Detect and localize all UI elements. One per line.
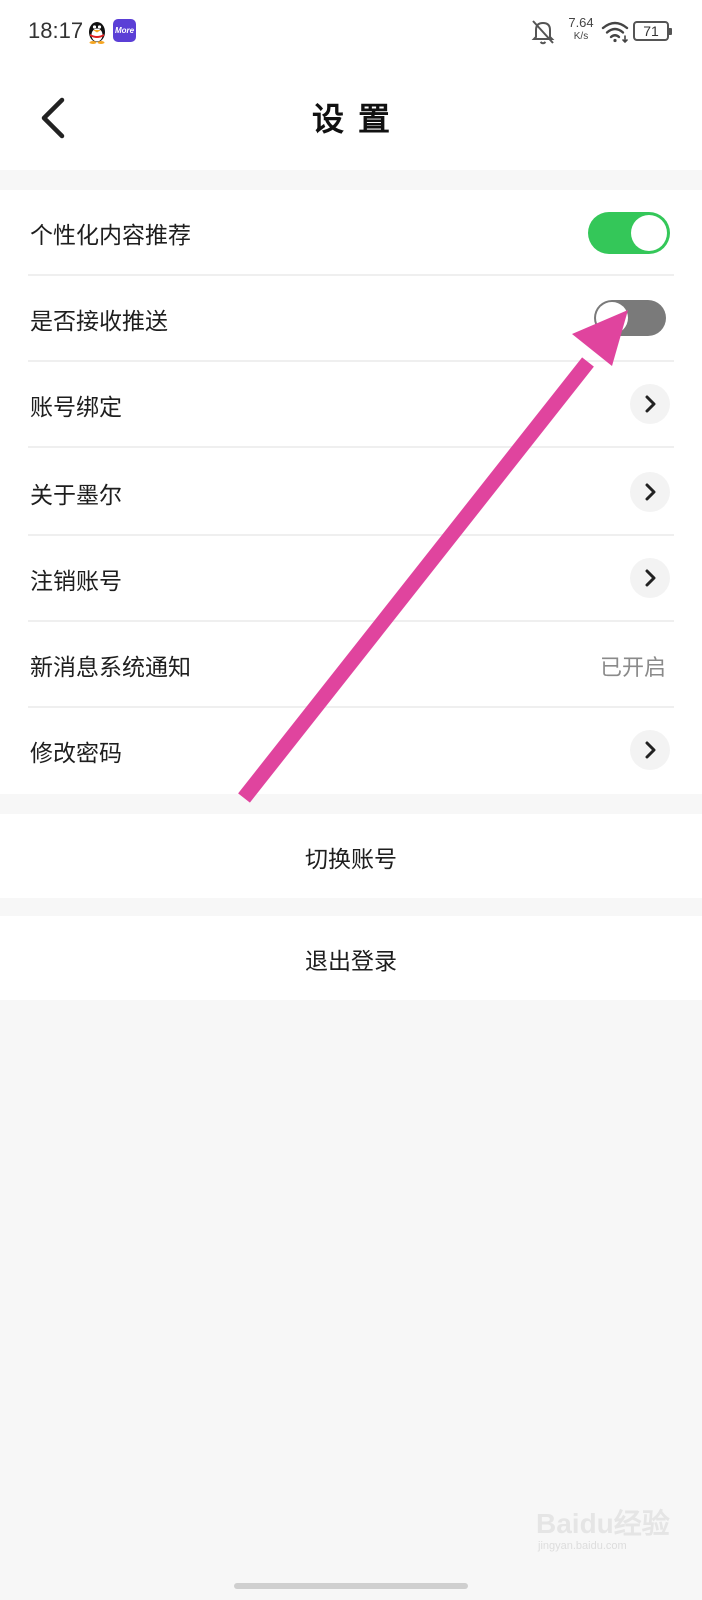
notification-status-value: 已开启 <box>599 656 666 681</box>
watermark-sub: jingyan.baidu.com <box>538 1540 627 1552</box>
home-indicator[interactable] <box>234 1583 468 1589</box>
setting-account-binding[interactable]: 账号绑定 <box>28 362 674 448</box>
setting-label: 修改密码 <box>30 741 122 767</box>
qq-penguin-icon <box>89 22 105 44</box>
page-title: 设置 <box>311 100 404 138</box>
wifi-icon <box>601 21 629 44</box>
baidu-watermark: Baidu经验 jingyan.baidu.com <box>536 1494 686 1564</box>
personalized-recommendation-toggle[interactable] <box>588 212 670 254</box>
setting-label: 账号绑定 <box>30 395 122 421</box>
setting-receive-push[interactable]: 是否接收推送 <box>28 276 674 362</box>
setting-label: 关于墨尔 <box>30 483 122 509</box>
logout-label: 退出登录 <box>305 949 397 975</box>
chevron-right-icon <box>630 730 670 770</box>
more-app-icon: More <box>113 19 136 42</box>
switch-account-button[interactable]: 切换账号 <box>0 814 702 898</box>
setting-label: 个性化内容推荐 <box>30 223 191 249</box>
toggle-knob <box>596 302 628 334</box>
settings-list: 个性化内容推荐 是否接收推送 账号绑定 关于墨尔 注销账号 新消息系统通知 已开… <box>0 190 702 794</box>
status-time: 18:17 <box>28 18 84 43</box>
setting-system-notification[interactable]: 新消息系统通知 已开启 <box>28 622 674 708</box>
network-speed-unit: K/s <box>573 31 589 42</box>
network-speed: 7.64 K/s <box>564 16 598 42</box>
setting-label: 是否接收推送 <box>30 309 168 335</box>
toggle-knob <box>631 215 667 251</box>
setting-change-password[interactable]: 修改密码 <box>28 708 674 794</box>
status-bar: 18:17 More 7.64 K/s 71 <box>0 0 702 64</box>
setting-label: 注销账号 <box>30 569 122 595</box>
battery-indicator: 71 <box>633 21 672 41</box>
setting-label: 新消息系统通知 <box>30 655 191 681</box>
chevron-right-icon <box>630 384 670 424</box>
chevron-right-icon <box>630 472 670 512</box>
setting-about[interactable]: 关于墨尔 <box>28 450 674 536</box>
switch-account-label: 切换账号 <box>305 847 397 873</box>
watermark-main: Baidu经验 <box>536 1508 670 1539</box>
bell-muted-icon <box>531 20 555 45</box>
logout-button[interactable]: 退出登录 <box>0 916 702 1000</box>
setting-personalized-recommendation[interactable]: 个性化内容推荐 <box>28 190 674 276</box>
network-speed-value: 7.64 <box>568 15 594 30</box>
app-header: 设置 <box>0 64 702 170</box>
receive-push-toggle[interactable] <box>594 300 666 336</box>
chevron-right-icon <box>630 558 670 598</box>
setting-delete-account[interactable]: 注销账号 <box>28 536 674 622</box>
